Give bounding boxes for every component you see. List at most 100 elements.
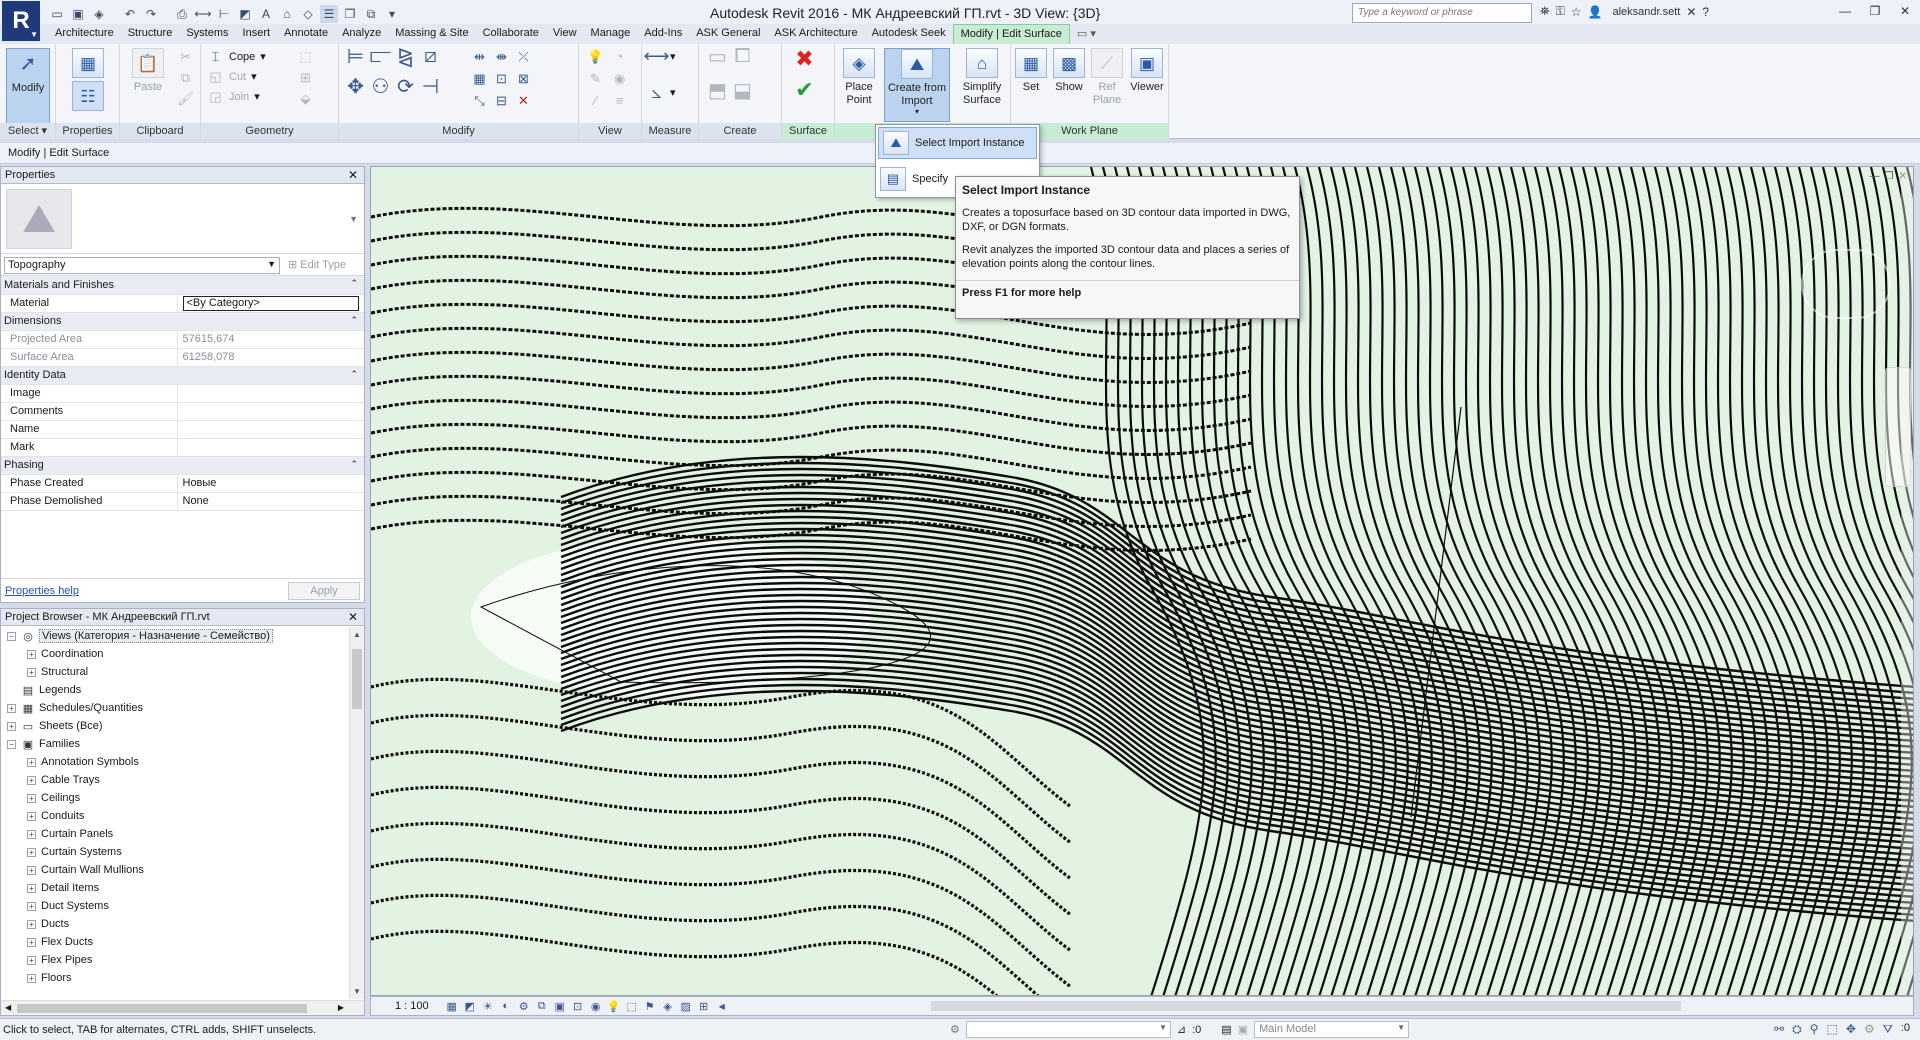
hide-category-icon[interactable]: ◔ (611, 48, 628, 65)
copy-icon[interactable]: ⧉ (177, 69, 194, 86)
scroll-thumb[interactable] (17, 1004, 307, 1013)
trim-extend-icon[interactable]: ⤫ (515, 48, 532, 65)
create-part-icon[interactable]: ▭ (708, 46, 727, 68)
collapse-icon[interactable]: ⌃ (350, 459, 358, 470)
collapse-icon[interactable]: − (7, 739, 16, 749)
help-icon[interactable]: ? (1702, 5, 1709, 19)
array-icon[interactable]: ▦ (471, 70, 488, 87)
highlight-displacement-icon[interactable]: ▨ (677, 1000, 695, 1013)
close-icon[interactable]: ✕ (348, 610, 358, 624)
temp-view-properties-icon[interactable]: ⚑ (641, 1000, 659, 1013)
collapse-icon[interactable]: ⌃ (350, 315, 358, 326)
help-search-input[interactable]: Type a keyword or phrase (1352, 3, 1532, 23)
save-icon[interactable]: ▣ (69, 5, 87, 23)
minimize-view-icon[interactable]: — (1870, 171, 1880, 182)
expand-icon[interactable]: + (27, 811, 36, 821)
scroll-right-icon[interactable]: ▶ (338, 1003, 344, 1012)
split-gap-icon[interactable]: ⇼ (493, 48, 510, 65)
drag-elements-icon[interactable]: ✥ (1846, 1022, 1856, 1037)
scroll-up-icon[interactable]: ▲ (353, 630, 361, 639)
open-icon[interactable]: ▭ (48, 5, 66, 23)
reveal-hidden-icon[interactable]: 💡 (605, 1000, 623, 1013)
show-work-plane-button[interactable]: ▩ Show (1051, 48, 1087, 94)
properties-button[interactable]: ▦ ☷ (68, 48, 108, 114)
user-icon[interactable]: 👤 (1588, 5, 1603, 19)
browser-node[interactable]: + Curtain Panels (1, 825, 348, 843)
editable-only-icon[interactable]: ⊿ (1177, 1023, 1186, 1036)
switch-windows-icon[interactable]: ⧉ (362, 5, 380, 23)
expand-icon[interactable]: + (27, 775, 36, 785)
paint-icon[interactable]: ⬙ (297, 90, 314, 107)
browser-node[interactable]: + Detail Items (1, 879, 348, 897)
browser-node[interactable]: + Structural (1, 663, 348, 681)
viewer-button[interactable]: ▣ Viewer (1127, 48, 1167, 94)
tab-annotate[interactable]: Annotate (277, 24, 335, 44)
expand-icon[interactable]: + (27, 937, 36, 947)
design-option-selector[interactable]: Main Model ▼ (1254, 1021, 1410, 1038)
workset-selector[interactable]: ▼ (965, 1021, 1171, 1038)
expand-icon[interactable]: + (27, 667, 36, 677)
tab-massing-site[interactable]: Massing & Site (388, 24, 475, 44)
browser-node[interactable]: + Flex Pipes (1, 951, 348, 969)
trim-icon[interactable]: ⊣ (422, 76, 439, 98)
table-row[interactable]: Phase Created Новые (1, 474, 364, 493)
tab-view[interactable]: View (546, 24, 584, 44)
expand-icon[interactable]: + (27, 829, 36, 839)
reveal-icon[interactable]: ≡ (611, 92, 628, 109)
filter-icon[interactable]: ⛛ (1883, 1022, 1893, 1037)
exclude-options-icon[interactable]: ▣ (1238, 1023, 1248, 1036)
browser-node[interactable]: + ▦ Schedules/Quantities (1, 699, 348, 717)
create-from-import-button[interactable]: ⛰ Create from Import ▾ (884, 48, 950, 122)
simplify-surface-button[interactable]: ⌂ Simplify Surface (957, 48, 1007, 107)
material-field[interactable]: <By Category> (177, 294, 364, 313)
star-icon[interactable]: ☆ (1571, 5, 1582, 19)
expand-icon[interactable]: + (27, 757, 36, 767)
temp-hide-isolate-icon[interactable]: ◉ (587, 1000, 605, 1013)
tab-add-ins[interactable]: Add-Ins (637, 24, 689, 44)
hide-icon[interactable]: 💡 (587, 48, 604, 65)
collapse-icon[interactable]: ⌃ (350, 369, 358, 380)
select-underlay-icon[interactable]: ⛭ (1792, 1022, 1802, 1037)
expand-icon[interactable]: + (27, 865, 36, 875)
scroll-down-icon[interactable]: ▼ (353, 987, 361, 996)
temp-hide-icon[interactable]: ◉ (611, 70, 628, 87)
worksets-icon[interactable]: ⚙ (950, 1023, 960, 1036)
browser-node[interactable]: + Ceilings (1, 789, 348, 807)
browser-node[interactable]: + Cable Trays (1, 771, 348, 789)
group-phasing[interactable]: Phasing ⌃ (1, 456, 364, 475)
expand-icon[interactable]: + (7, 703, 16, 713)
browser-node[interactable]: + Conduits (1, 807, 348, 825)
cope-button[interactable]: ⌶ Cope ▾ (207, 48, 266, 65)
type-selector[interactable]: Topography ▼ (4, 257, 280, 274)
browser-node[interactable]: + Ducts (1, 915, 348, 933)
view-vertical-scrollbar[interactable] (1901, 167, 1913, 995)
reveal-constraints-icon[interactable]: ⊞ (695, 1000, 713, 1013)
analytical-model-icon[interactable]: ◈ (659, 1000, 677, 1013)
place-point-button[interactable]: ◈ Place Point (839, 48, 879, 107)
table-row[interactable]: Image (1, 384, 364, 403)
menu-item-select-import-instance[interactable]: ⛰ Select Import Instance (878, 127, 1037, 159)
pin-icon[interactable]: ⊡ (493, 70, 510, 87)
browser-node[interactable]: + Duct Systems (1, 897, 348, 915)
properties-help-link[interactable]: Properties help (5, 585, 79, 597)
detail-level-icon[interactable]: ▦ (443, 1000, 461, 1013)
browser-node[interactable]: + Curtain Systems (1, 843, 348, 861)
mirror-draw-icon[interactable]: ⧄ (422, 45, 439, 67)
undo-icon[interactable]: ↶ (121, 5, 139, 23)
expand-icon[interactable]: + (27, 901, 36, 911)
select-pinned-icon[interactable]: ⚲ (1810, 1022, 1819, 1037)
scroll-left-icon[interactable]: ◀ (5, 1003, 11, 1012)
override-graphics-icon[interactable]: ✎ (587, 70, 604, 87)
measure-icon[interactable]: ⟷ (194, 5, 212, 23)
3d-view-icon[interactable]: ⌂ (278, 5, 296, 23)
move-icon[interactable]: ✥ (347, 76, 364, 98)
split-face-icon[interactable]: ⬚ (297, 48, 314, 65)
browser-horizontal-scrollbar[interactable]: ◀ ▶ (1, 1000, 364, 1015)
application-menu-button[interactable]: R ▼ (2, 1, 40, 41)
shadows-icon[interactable]: ◐ (497, 1000, 515, 1012)
linework-icon[interactable]: ⁄ (587, 92, 604, 109)
lock-view-icon[interactable]: ⊡ (569, 1000, 587, 1013)
binoculars-icon[interactable]: ⛯ (1540, 4, 1550, 19)
visual-style-icon[interactable]: ◩ (461, 1000, 479, 1013)
table-row[interactable]: Mark (1, 438, 364, 457)
